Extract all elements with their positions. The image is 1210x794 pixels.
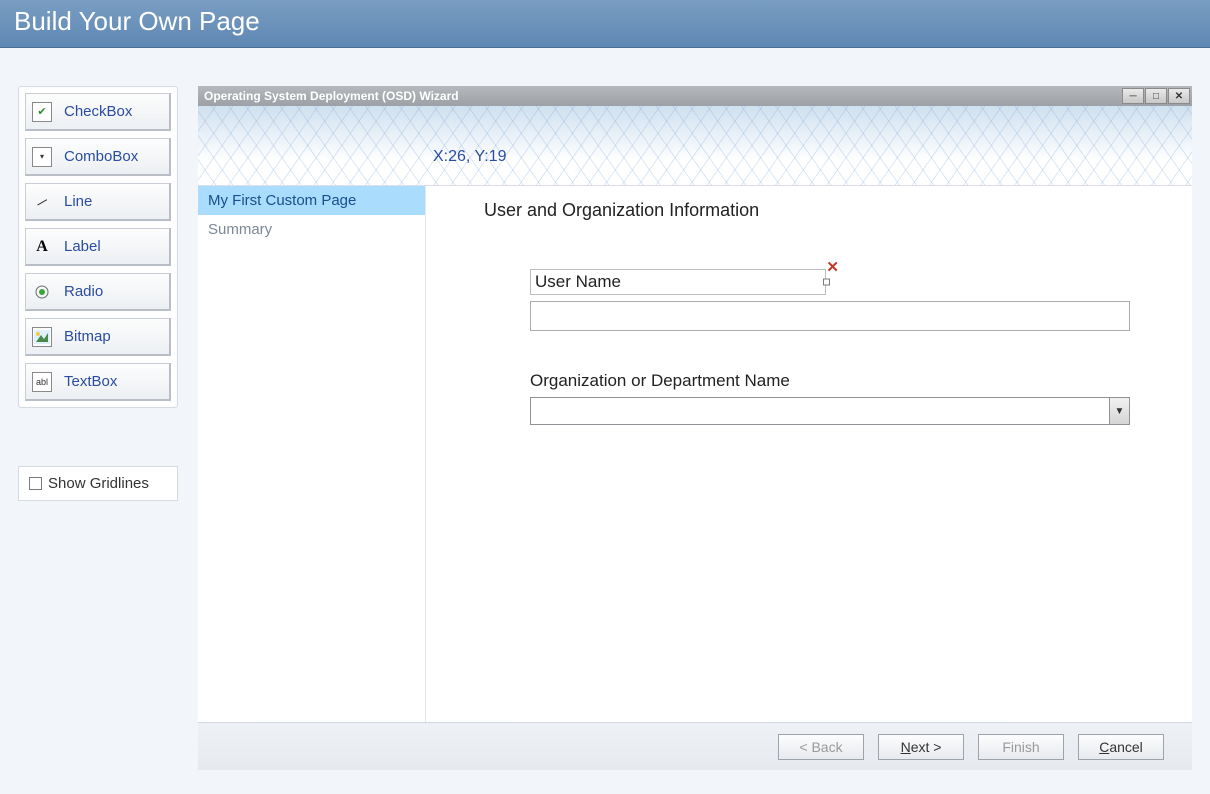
nav-item-summary[interactable]: Summary <box>198 215 425 244</box>
tool-label[interactable]: A Label <box>25 228 171 266</box>
tool-label: CheckBox <box>64 103 132 120</box>
cancel-button[interactable]: Cancel <box>1078 734 1164 760</box>
bitmap-icon <box>32 327 52 347</box>
tool-label: Bitmap <box>64 328 111 345</box>
minimize-button[interactable]: ─ <box>1122 88 1144 104</box>
tool-label: TextBox <box>64 373 117 390</box>
designer-label-user-name[interactable]: User Name ✕ <box>530 269 826 295</box>
tool-label: Radio <box>64 283 103 300</box>
tool-line[interactable]: ─ Line <box>25 183 171 221</box>
nav-item-label: My First Custom Page <box>208 192 356 209</box>
org-combobox[interactable]: ▼ <box>530 397 1130 425</box>
checkbox-icon: ✔ <box>32 102 52 122</box>
wizard-window: Operating System Deployment (OSD) Wizard… <box>198 86 1192 770</box>
button-label: < Back <box>799 739 842 755</box>
maximize-button[interactable]: □ <box>1145 88 1167 104</box>
user-name-input[interactable] <box>530 301 1130 331</box>
page-title: Build Your Own Page <box>14 6 260 36</box>
combobox-icon: ▾ <box>32 147 52 167</box>
wizard-titlebar[interactable]: Operating System Deployment (OSD) Wizard… <box>198 86 1192 106</box>
button-label: Finish <box>1002 739 1039 755</box>
nav-item-label: Summary <box>208 221 272 238</box>
checkbox-icon <box>29 477 42 490</box>
toolbox-panel: ✔ CheckBox ▾ ComboBox ─ Line A Label Rad… <box>18 86 178 408</box>
finish-button[interactable]: Finish <box>978 734 1064 760</box>
close-button[interactable]: ✕ <box>1168 88 1190 104</box>
workspace: ✔ CheckBox ▾ ComboBox ─ Line A Label Rad… <box>0 48 1210 780</box>
wizard-content[interactable]: User and Organization Information User N… <box>426 186 1192 722</box>
chevron-down-icon[interactable]: ▼ <box>1109 398 1129 424</box>
resize-handle-icon[interactable] <box>823 279 830 286</box>
toolbox-column: ✔ CheckBox ▾ ComboBox ─ Line A Label Rad… <box>18 86 178 770</box>
tool-textbox[interactable]: abl TextBox <box>25 363 171 401</box>
page-header: Build Your Own Page <box>0 0 1210 48</box>
label-icon: A <box>32 237 52 257</box>
tool-label: Line <box>64 193 92 210</box>
label-text: User Name <box>535 272 621 291</box>
org-label: Organization or Department Name <box>530 371 1152 391</box>
tool-combobox[interactable]: ▾ ComboBox <box>25 138 171 176</box>
window-buttons: ─ □ ✕ <box>1122 88 1190 104</box>
next-button[interactable]: Next > <box>878 734 964 760</box>
nav-item-custom-page[interactable]: My First Custom Page <box>198 186 425 215</box>
back-button[interactable]: < Back <box>778 734 864 760</box>
wizard-body: My First Custom Page Summary User and Or… <box>198 186 1192 722</box>
tool-label: Label <box>64 238 101 255</box>
tool-checkbox[interactable]: ✔ CheckBox <box>25 93 171 131</box>
field-user-name: User Name ✕ <box>530 269 1152 331</box>
tool-label: ComboBox <box>64 148 138 165</box>
accel-char: N <box>901 739 911 755</box>
content-heading: User and Organization Information <box>484 200 1152 221</box>
wizard-title: Operating System Deployment (OSD) Wizard <box>204 89 1122 103</box>
tool-bitmap[interactable]: Bitmap <box>25 318 171 356</box>
tool-radio[interactable]: Radio <box>25 273 171 311</box>
textbox-icon: abl <box>32 372 52 392</box>
line-icon: ─ <box>28 188 55 215</box>
radio-icon <box>32 282 52 302</box>
wizard-banner: X:26, Y:19 <box>198 106 1192 186</box>
delete-icon[interactable]: ✕ <box>826 258 839 276</box>
wizard-footer: < Back Next > Finish Cancel <box>198 722 1192 770</box>
coord-readout: X:26, Y:19 <box>433 148 507 166</box>
show-gridlines-label: Show Gridlines <box>48 475 149 492</box>
wizard-nav: My First Custom Page Summary <box>198 186 426 722</box>
field-organization: Organization or Department Name ▼ <box>530 371 1152 425</box>
org-combobox-value <box>531 398 1109 424</box>
accel-char: C <box>1099 739 1109 755</box>
show-gridlines-toggle[interactable]: Show Gridlines <box>18 466 178 501</box>
